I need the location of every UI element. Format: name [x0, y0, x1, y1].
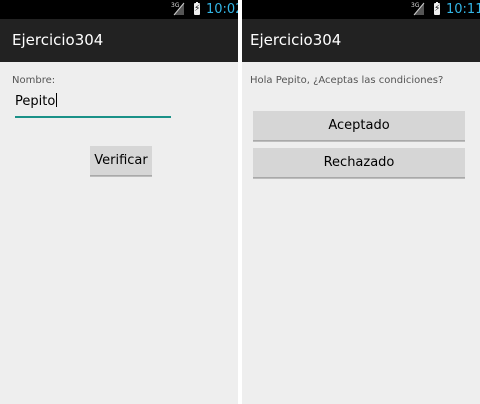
screen-right: 3G ⚡ 10:11 Ejercicio304 Hola Pepito, ¿Ac…	[242, 0, 480, 404]
status-bar: 3G ⚡ 10:11	[242, 0, 480, 19]
action-bar: Ejercicio304	[0, 19, 238, 62]
name-label: Nombre:	[12, 75, 56, 86]
signal-icon: 3G	[411, 2, 425, 16]
app-title: Ejercicio304	[250, 31, 342, 49]
text-cursor	[56, 93, 58, 107]
signal-icon: 3G	[171, 2, 185, 16]
battery-charging-icon: ⚡	[194, 2, 201, 15]
name-input[interactable]: Pepito	[15, 90, 171, 118]
clock: 10:11	[446, 2, 480, 17]
app-title: Ejercicio304	[12, 31, 104, 49]
battery-charging-icon: ⚡	[434, 2, 441, 15]
screen-left: 3G ⚡ 10:02 Ejercicio304 Nombre: Pepito V…	[0, 0, 238, 404]
name-input-value: Pepito	[15, 94, 56, 109]
reject-button[interactable]: Rechazado	[253, 148, 465, 178]
question-text: Hola Pepito, ¿Aceptas las condiciones?	[250, 75, 444, 86]
accept-button[interactable]: Aceptado	[253, 111, 465, 141]
verify-button[interactable]: Verificar	[90, 146, 152, 176]
clock: 10:02	[206, 2, 238, 17]
status-bar: 3G ⚡ 10:02	[0, 0, 238, 19]
action-bar: Ejercicio304	[242, 19, 480, 62]
